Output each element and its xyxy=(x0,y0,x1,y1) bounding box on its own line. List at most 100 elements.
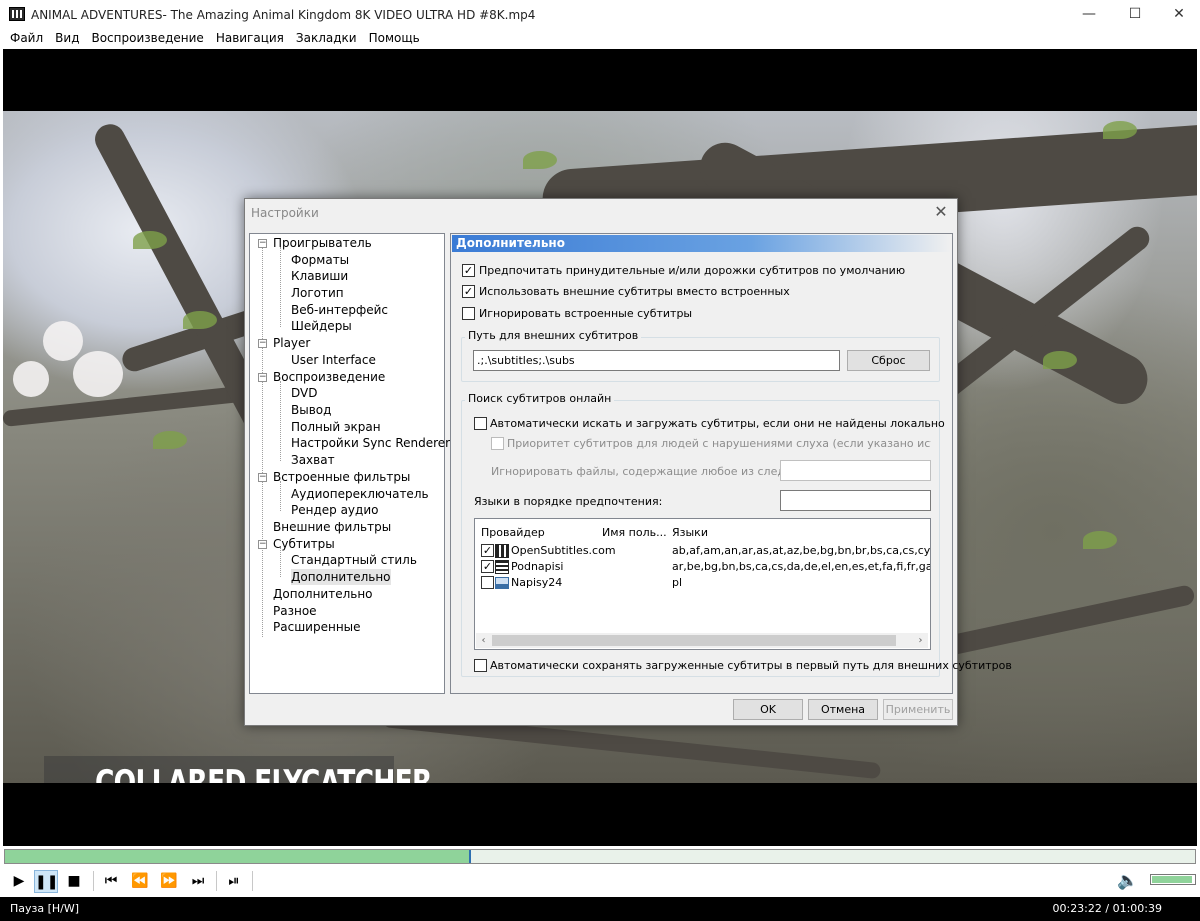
auto-search-label: Автоматически искать и загружать субтитр… xyxy=(490,417,945,430)
minimize-button[interactable]: — xyxy=(1066,0,1112,29)
leaf xyxy=(523,151,557,169)
auto-save-checkbox[interactable] xyxy=(474,659,487,672)
forced-subs-checkbox[interactable]: ✓ xyxy=(462,264,475,277)
provider-checkbox[interactable] xyxy=(481,576,494,589)
fast-forward-icon[interactable]: ⏩ xyxy=(157,870,181,893)
toolbar-separator xyxy=(252,871,253,891)
provider-checkbox[interactable]: ✓ xyxy=(481,544,494,557)
scroll-left-icon[interactable]: ‹ xyxy=(476,633,491,648)
expand-icon[interactable]: − xyxy=(258,339,267,348)
dialog-close-icon[interactable]: ✕ xyxy=(931,202,951,222)
table-row[interactable]: ✓ OpenSubtitles.com ab,af,am,an,ar,as,at… xyxy=(479,543,931,559)
skip-forward-icon[interactable]: ⏭ xyxy=(186,870,210,893)
column-provider[interactable]: Провайдер xyxy=(481,526,545,539)
tree-guide xyxy=(280,381,281,461)
ignore-files-input[interactable] xyxy=(780,460,931,481)
tree-item-advanced[interactable]: Дополнительно xyxy=(273,586,373,602)
tree-item-player-en[interactable]: Player xyxy=(273,335,310,351)
external-subs-checkbox[interactable]: ✓ xyxy=(462,285,475,298)
panel-header: Дополнительно xyxy=(452,235,951,252)
menu-view[interactable]: Вид xyxy=(49,29,85,47)
tree-item-subtitles-advanced[interactable]: Дополнительно xyxy=(291,569,391,585)
leaf xyxy=(1043,351,1077,369)
tree-guide xyxy=(262,247,263,637)
tree-item-capture[interactable]: Захват xyxy=(291,452,335,468)
scroll-right-icon[interactable]: › xyxy=(913,633,928,648)
languages-input[interactable] xyxy=(780,490,931,511)
expand-icon[interactable]: − xyxy=(258,239,267,248)
rewind-icon[interactable]: ⏪ xyxy=(128,870,152,893)
tree-item-sync-renderer[interactable]: Настройки Sync Renderer xyxy=(291,435,450,451)
tree-item-web-interface[interactable]: Веб-интерфейс xyxy=(291,302,388,318)
expand-icon[interactable]: − xyxy=(258,540,267,549)
path-group-title: Путь для внешних субтитров xyxy=(465,329,642,342)
app-icon xyxy=(9,7,25,21)
stop-icon[interactable]: ■ xyxy=(62,870,86,893)
tree-item-formats[interactable]: Форматы xyxy=(291,252,349,268)
menu-file[interactable]: Файл xyxy=(4,29,49,47)
frame-step-icon[interactable]: ⏯ xyxy=(222,870,246,893)
ignore-embedded-checkbox[interactable] xyxy=(462,307,475,320)
provider-languages: ab,af,am,an,ar,as,at,az,be,bg,bn,br,bs,c… xyxy=(672,544,931,557)
tree-item-logo[interactable]: Логотип xyxy=(291,285,344,301)
tree-item-playback[interactable]: Воспроизведение xyxy=(273,369,385,385)
tree-item-audio-renderer[interactable]: Рендер аудио xyxy=(291,502,378,518)
toolbar-separator xyxy=(93,871,94,891)
maximize-button[interactable]: ☐ xyxy=(1112,0,1158,29)
menu-help[interactable]: Помощь xyxy=(363,29,426,47)
apply-button[interactable]: Применить xyxy=(883,699,953,720)
player-toolbar: ▶ ❚❚ ■ ⏮ ⏪ ⏩ ⏭ ⏯ 🔈 xyxy=(0,867,1200,895)
cancel-button[interactable]: Отмена xyxy=(808,699,878,720)
subtitle-path-input[interactable]: .;.\subtitles;.\subs xyxy=(473,350,840,371)
tree-item-keys[interactable]: Клавиши xyxy=(291,268,348,284)
tree-item-extended[interactable]: Расширенные xyxy=(273,619,361,635)
scroll-thumb[interactable] xyxy=(492,635,896,646)
provider-name: OpenSubtitles.com xyxy=(511,544,616,557)
menu-playback[interactable]: Воспроизведение xyxy=(85,29,209,47)
skip-back-icon[interactable]: ⏮ xyxy=(99,870,123,893)
ok-button[interactable]: OK xyxy=(733,699,803,720)
tree-item-audio-switcher[interactable]: Аудиопереключатель xyxy=(291,486,429,502)
expand-icon[interactable]: − xyxy=(258,473,267,482)
column-username[interactable]: Имя поль... xyxy=(602,526,667,539)
provider-checkbox[interactable]: ✓ xyxy=(481,560,494,573)
table-row[interactable]: ✓ Podnapisi ar,be,bg,bn,bs,ca,cs,da,de,e… xyxy=(479,559,930,575)
status-state: Пауза [H/W] xyxy=(10,902,80,915)
tree-item-player[interactable]: Проигрыватель xyxy=(273,235,372,251)
tree-item-output[interactable]: Вывод xyxy=(291,402,331,418)
reset-button[interactable]: Сброс xyxy=(847,350,930,371)
tree-item-shaders[interactable]: Шейдеры xyxy=(291,318,352,334)
provider-languages: pl xyxy=(672,576,683,589)
seek-bar[interactable] xyxy=(4,849,1196,864)
table-row[interactable]: Napisy24 pl xyxy=(479,575,930,591)
settings-dialog: Настройки ✕ − − − − − Проигрыватель Форм… xyxy=(244,198,1012,726)
providers-list[interactable]: Провайдер Имя поль... Языки ✓ OpenSubtit… xyxy=(474,518,931,650)
tree-item-internal-filters[interactable]: Встроенные фильтры xyxy=(273,469,410,485)
hearing-impaired-checkbox[interactable] xyxy=(491,437,504,450)
tree-item-misc[interactable]: Разное xyxy=(273,603,317,619)
menu-navigation[interactable]: Навигация xyxy=(210,29,290,47)
play-icon[interactable]: ▶ xyxy=(7,870,31,893)
blossom xyxy=(43,321,83,361)
tree-item-fullscreen[interactable]: Полный экран xyxy=(291,419,381,435)
tree-item-user-interface[interactable]: User Interface xyxy=(291,352,376,368)
horizontal-scrollbar[interactable]: ‹ › xyxy=(476,633,928,648)
close-button[interactable]: ✕ xyxy=(1156,0,1200,29)
pause-icon[interactable]: ❚❚ xyxy=(34,870,58,893)
volume-level xyxy=(1152,876,1192,883)
tree-item-subtitles[interactable]: Субтитры xyxy=(273,536,335,552)
column-languages[interactable]: Языки xyxy=(672,526,708,539)
volume-slider[interactable] xyxy=(1150,874,1196,885)
volume-icon[interactable]: 🔈 xyxy=(1115,870,1141,893)
seek-position[interactable] xyxy=(469,850,471,863)
auto-search-checkbox[interactable] xyxy=(474,417,487,430)
provider-languages: ar,be,bg,bn,bs,ca,cs,da,de,el,en,es,et,f… xyxy=(672,560,930,573)
blossom xyxy=(13,361,49,397)
tree-item-dvd[interactable]: DVD xyxy=(291,385,317,401)
auto-save-label: Автоматически сохранять загруженные субт… xyxy=(490,659,1012,672)
menu-bookmarks[interactable]: Закладки xyxy=(290,29,363,47)
hearing-impaired-label: Приоритет субтитров для людей с нарушени… xyxy=(507,437,931,450)
tree-item-default-style[interactable]: Стандартный стиль xyxy=(291,552,417,568)
expand-icon[interactable]: − xyxy=(258,373,267,382)
tree-item-external-filters[interactable]: Внешние фильтры xyxy=(273,519,391,535)
